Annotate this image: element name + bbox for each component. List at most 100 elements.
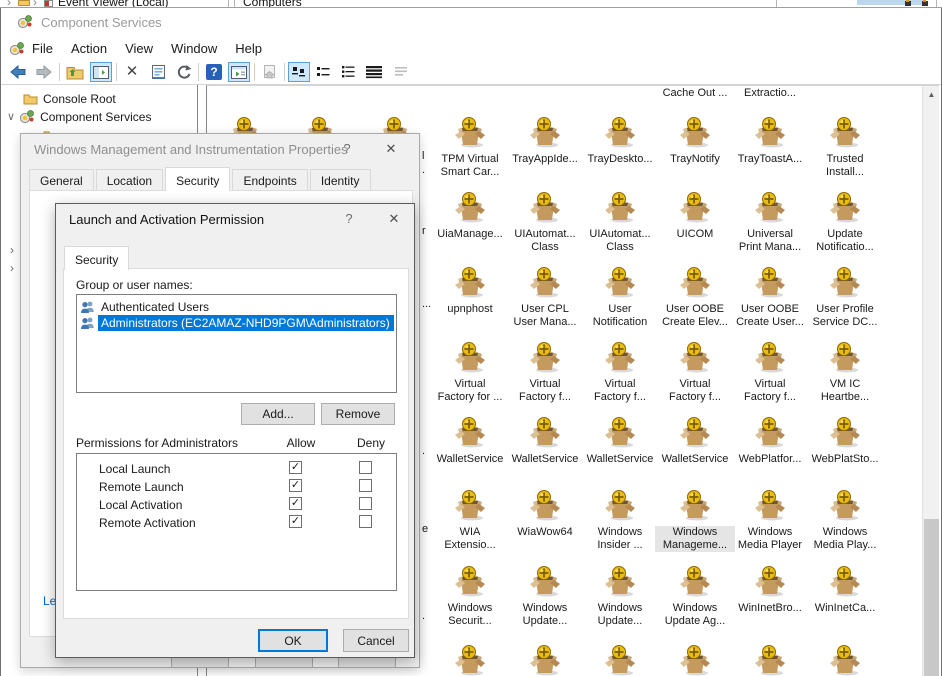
show-console-button[interactable] <box>228 62 250 82</box>
ok-button[interactable]: OK <box>258 629 328 652</box>
dcom-app-trayappide[interactable]: TrayAppIde... <box>505 116 585 166</box>
dcom-app-windows-update[interactable]: WindowsUpdate... <box>580 565 660 628</box>
background-tree-item[interactable]: Event Viewer (Local) <box>58 0 169 8</box>
dcom-app-windows-media-play[interactable]: WindowsMedia Play... <box>805 489 885 552</box>
dcom-app-icon[interactable] <box>730 644 810 676</box>
vertical-scrollbar[interactable]: ▲ <box>922 86 939 676</box>
tab-general[interactable]: General <box>29 169 94 191</box>
dcom-app-user-cpl-user-mana[interactable]: User CPLUser Mana... <box>505 266 585 329</box>
chevron-right-icon[interactable]: › <box>10 243 14 257</box>
view-small-icons-button[interactable] <box>313 62 335 82</box>
view-details-button[interactable] <box>363 62 385 82</box>
deny-checkbox-local-activation[interactable] <box>359 497 372 510</box>
dcom-app-user-profile-service-dc[interactable]: User ProfileService DC... <box>805 266 885 329</box>
view-large-icons-button[interactable] <box>288 62 310 82</box>
dcom-app-uicom[interactable]: UICOM <box>655 191 735 241</box>
dcom-app-icon[interactable] <box>505 644 585 676</box>
dcom-app-windows-insider[interactable]: WindowsInsider ... <box>580 489 660 552</box>
back-button[interactable] <box>7 62 29 82</box>
dcom-app-walletservice[interactable]: WalletService <box>505 416 585 466</box>
menu-file[interactable]: File <box>23 36 62 60</box>
dcom-app-update-notificatio[interactable]: UpdateNotificatio... <box>805 191 885 254</box>
dcom-app-traydeskto[interactable]: TrayDeskto... <box>580 116 660 166</box>
dcom-app-windows-update-ag[interactable]: WindowsUpdate Ag... <box>655 565 735 628</box>
up-one-level-button[interactable] <box>64 62 86 82</box>
dcom-app-traynotify[interactable]: TrayNotify <box>655 116 735 166</box>
refresh-button[interactable] <box>173 62 195 82</box>
dcom-app-windows-securit[interactable]: WindowsSecurit... <box>430 565 510 628</box>
chevron-down-icon[interactable]: ∨ <box>7 110 15 123</box>
dcom-app-windows-manageme[interactable]: WindowsManageme... <box>655 489 735 552</box>
partial-label-extractio[interactable]: Extractio... <box>725 87 815 99</box>
dialog-close-button[interactable]: ✕ <box>386 211 402 227</box>
group-row-administrators[interactable]: Administrators (EC2AMAZ-NHD9PGM\Administ… <box>77 315 396 331</box>
add-button[interactable]: Add... <box>241 403 315 425</box>
allow-checkbox-remote-launch[interactable]: ✓ <box>289 479 302 492</box>
dcom-app-windows-update[interactable]: WindowsUpdate... <box>505 565 585 628</box>
dialog-close-button[interactable]: ✕ <box>383 141 399 157</box>
tab-identity[interactable]: Identity <box>310 169 371 191</box>
menu-help[interactable]: Help <box>226 36 271 60</box>
dcom-app-wininetca[interactable]: WinInetCa... <box>805 565 885 615</box>
dcom-app-windows-media-player[interactable]: WindowsMedia Player <box>730 489 810 552</box>
help-button[interactable]: ? <box>203 62 225 82</box>
menu-window[interactable]: Window <box>162 36 226 60</box>
dcom-app-vm-ic-heartbe[interactable]: VM ICHeartbe... <box>805 341 885 404</box>
dcom-app-user-oobe-create-elev[interactable]: User OOBECreate Elev... <box>655 266 735 329</box>
menu-action[interactable]: Action <box>62 36 116 60</box>
chevron-right-icon[interactable]: › <box>7 0 11 8</box>
deny-checkbox-remote-activation[interactable] <box>359 515 372 528</box>
dcom-app-walletservice[interactable]: WalletService <box>655 416 735 466</box>
dcom-app-virtual-factory-f[interactable]: VirtualFactory f... <box>655 341 735 404</box>
dcom-app-virtual-factory-f[interactable]: VirtualFactory f... <box>580 341 660 404</box>
dcom-app-user-notification[interactable]: UserNotification <box>580 266 660 329</box>
dcom-app-virtual-factory-for[interactable]: VirtualFactory for ... <box>430 341 510 404</box>
tree-item-component-services[interactable]: ∨ Component Services <box>7 108 151 125</box>
dcom-app-uiamanage[interactable]: UiaManage... <box>430 191 510 241</box>
chevron-right-icon[interactable]: › <box>10 261 14 275</box>
dcom-app-universal-print-mana[interactable]: UniversalPrint Mana... <box>730 191 810 254</box>
allow-checkbox-local-launch[interactable]: ✓ <box>289 461 302 474</box>
scrollbar-thumb[interactable] <box>924 519 939 676</box>
dcom-app-wiawow64[interactable]: WiaWow64 <box>505 489 585 539</box>
cancel-button[interactable]: Cancel <box>343 629 409 652</box>
forward-button[interactable] <box>33 62 55 82</box>
dcom-app-virtual-factory-f[interactable]: VirtualFactory f... <box>505 341 585 404</box>
scroll-up-arrow[interactable]: ▲ <box>923 86 939 103</box>
dcom-app-user-oobe-create-user[interactable]: User OOBECreate User... <box>730 266 810 329</box>
dcom-app-tpm-virtual-smart-car[interactable]: TPM VirtualSmart Car... <box>430 116 510 179</box>
show-hide-console-tree-button[interactable] <box>90 62 112 82</box>
allow-checkbox-remote-activation[interactable]: ✓ <box>289 515 302 528</box>
tab-security[interactable]: Security <box>165 167 230 191</box>
dcom-app-icon[interactable] <box>805 644 885 676</box>
dcom-app-upnphost[interactable]: upnphost <box>430 266 510 316</box>
deny-checkbox-local-launch[interactable] <box>359 461 372 474</box>
remove-button[interactable]: Remove <box>321 403 395 425</box>
background-tab[interactable]: Computers <box>243 0 302 8</box>
group-names-listbox[interactable]: Authenticated Users Administrators (EC2A… <box>76 294 397 393</box>
dcom-app-uiautomat-class[interactable]: UIAutomat...Class <box>580 191 660 254</box>
dcom-app-uiautomat-class[interactable]: UIAutomat...Class <box>505 191 585 254</box>
dcom-app-webplatsto[interactable]: WebPlatSto... <box>805 416 885 466</box>
title-bar[interactable]: Component Services <box>1 8 941 36</box>
allow-checkbox-local-activation[interactable]: ✓ <box>289 497 302 510</box>
dialog-help-button[interactable]: ? <box>339 141 355 156</box>
tab-security[interactable]: Security <box>64 246 129 270</box>
dcom-app-walletservice[interactable]: WalletService <box>430 416 510 466</box>
chevron-right-icon[interactable]: › <box>33 0 37 8</box>
dcom-app-wia-extensio[interactable]: WIAExtensio... <box>430 489 510 552</box>
dcom-app-wininetbro[interactable]: WinInetBro... <box>730 565 810 615</box>
dcom-app-virtual-factory-f[interactable]: VirtualFactory f... <box>730 341 810 404</box>
dcom-app-traytoasta[interactable]: TrayToastA... <box>730 116 810 166</box>
dcom-app-trusted-install[interactable]: TrustedInstall... <box>805 116 885 179</box>
dcom-app-icon[interactable] <box>430 644 510 676</box>
dcom-app-icon[interactable] <box>580 644 660 676</box>
menu-view[interactable]: View <box>116 36 162 60</box>
dcom-app-walletservice[interactable]: WalletService <box>580 416 660 466</box>
export-list-button[interactable] <box>258 62 280 82</box>
view-extra-button[interactable] <box>390 62 412 82</box>
dcom-app-webplatfor[interactable]: WebPlatfor... <box>730 416 810 466</box>
properties-button[interactable] <box>147 62 169 82</box>
tab-endpoints[interactable]: Endpoints <box>232 169 307 191</box>
permissions-listbox[interactable]: Local Launch✓Remote Launch✓Local Activat… <box>76 453 397 591</box>
